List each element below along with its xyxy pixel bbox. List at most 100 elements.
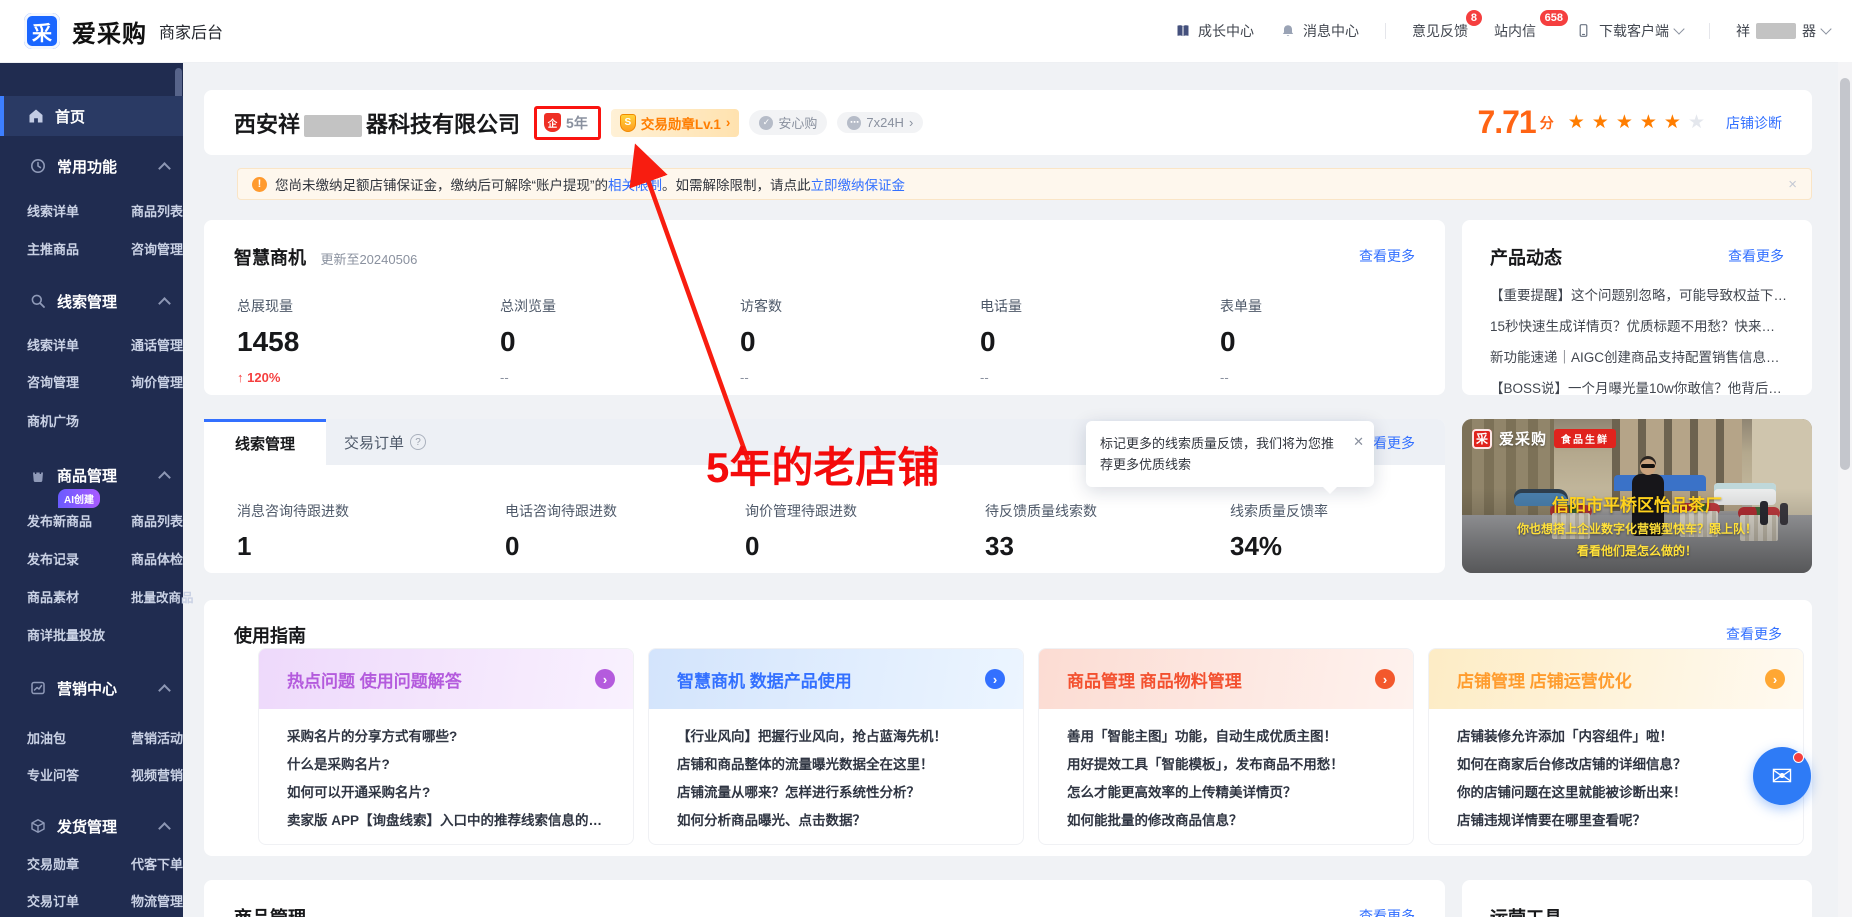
promo-video-thumbnail[interactable]: 采 爱采购 食品生鲜 信阳市平桥区怡品茶厂 你也想搭上企业数字化营销型快车？跟上…: [1462, 419, 1812, 573]
news-item[interactable]: 15秒快速生成详情页？优质标题不用愁？快来看看AI…: [1490, 311, 1788, 342]
nav-feedback[interactable]: 意见反馈 8: [1412, 21, 1468, 41]
sidebar-item[interactable]: 线索详单: [27, 335, 79, 354]
app-logo-icon[interactable]: 采: [24, 13, 60, 49]
sidebar-section-products[interactable]: 商品管理: [0, 459, 183, 491]
sidebar-item-home[interactable]: 首页: [0, 96, 183, 136]
scrollbar-thumb[interactable]: [1840, 78, 1850, 470]
news-item[interactable]: 【BOSS说】一个月曝光量10w你敢信？他背后的帮…: [1490, 373, 1788, 404]
sidebar-item[interactable]: 咨询管理: [131, 239, 183, 258]
sidebar-item[interactable]: 主推商品: [27, 239, 79, 258]
sidebar-item[interactable]: 视频营销: [131, 765, 183, 784]
guide-item[interactable]: 店铺违规详情要在哪里查看呢？: [1457, 807, 1777, 835]
guide-item[interactable]: 店铺流量从哪来？怎样进行系统性分析？: [677, 779, 997, 807]
close-icon[interactable]: ✕: [1353, 431, 1364, 452]
arrow-right-circle-icon[interactable]: ›: [1765, 669, 1785, 689]
sidebar-section-shipping[interactable]: 发货管理: [0, 810, 183, 842]
arrow-right-circle-icon[interactable]: ›: [595, 669, 615, 689]
arrow-right-circle-icon[interactable]: ›: [985, 669, 1005, 689]
customer-service-button[interactable]: ✉: [1753, 747, 1811, 805]
stat-sub: --: [500, 370, 556, 385]
guide-item[interactable]: 店铺装修允许添加「内容组件」啦！: [1457, 723, 1777, 751]
sidebar-item[interactable]: 批量改商品: [131, 587, 194, 606]
sidebar-item[interactable]: 营销活动: [131, 728, 183, 747]
sidebar-item[interactable]: 商品素材: [27, 587, 79, 606]
news-more-link[interactable]: 查看更多: [1728, 246, 1784, 266]
sidebar-item[interactable]: 商详批量投放: [27, 625, 105, 644]
goods-more-link[interactable]: 查看更多: [1359, 906, 1415, 917]
sidebar-item[interactable]: 专业问答: [27, 765, 79, 784]
guide-card-header[interactable]: 智慧商机 数据产品使用 ›: [649, 649, 1023, 709]
chevron-up-icon: [158, 471, 171, 484]
sidebar-item[interactable]: 发布新商品: [27, 511, 92, 530]
service-hours-badge[interactable]: ⋯ 7x24H ›: [837, 112, 923, 133]
stat-value: 0: [740, 326, 782, 358]
close-icon[interactable]: ×: [1788, 176, 1797, 193]
sidebar-item[interactable]: 发布记录: [27, 549, 79, 568]
stat-calls: 电话量 0 --: [980, 296, 1022, 385]
sidebar-section-common[interactable]: 常用功能: [0, 150, 183, 182]
guide-item[interactable]: 怎么才能更高效率的上传精美详情页？: [1067, 779, 1387, 807]
search-icon: [30, 293, 47, 310]
sidebar-item[interactable]: 商品体检: [131, 549, 183, 568]
guide-item[interactable]: 用好提效工具「智能模板」，发布商品不用愁！: [1067, 751, 1387, 779]
guide-item[interactable]: 店铺和商品整体的流量曝光数据全在这里！: [677, 751, 997, 779]
stat-label: 电话量: [980, 296, 1022, 316]
usage-guide-card: 使用指南 查看更多 热点问题 使用问题解答 › 采购名片的分享方式有哪些? 什么…: [204, 600, 1812, 856]
guide-item[interactable]: 你的店铺问题在这里就能被诊断出来！: [1457, 779, 1777, 807]
guide-more-link[interactable]: 查看更多: [1726, 624, 1782, 644]
guide-item[interactable]: 如何能批量的修改商品信息？: [1067, 807, 1387, 835]
guide-item[interactable]: 如何分析商品曝光、点击数据？: [677, 807, 997, 835]
user-menu[interactable]: 祥 器: [1736, 21, 1830, 41]
tab-label: 线索管理: [235, 433, 295, 454]
arrow-glyph: ›: [1773, 673, 1777, 686]
sidebar-section-marketing[interactable]: 营销中心: [0, 672, 183, 704]
guide-card-header[interactable]: 热点问题 使用问题解答 ›: [259, 649, 633, 709]
dots-glyph: ⋯: [850, 117, 859, 128]
guide-item[interactable]: 什么是采购名片?: [287, 751, 607, 779]
news-item[interactable]: 【重要提醒】这个问题别忽略，可能导致权益下线！: [1490, 280, 1788, 311]
sidebar-item[interactable]: 代客下单: [131, 854, 183, 873]
chevron-down-icon: [1820, 23, 1831, 34]
sidebar-item[interactable]: 商品列表: [131, 201, 183, 220]
sidebar-item[interactable]: 商品列表: [131, 511, 183, 530]
guide-card-header[interactable]: 店铺管理 店铺运营优化 ›: [1429, 649, 1803, 709]
sidebar-item[interactable]: 通话管理: [131, 335, 183, 354]
stat-label: 访客数: [740, 296, 782, 316]
smart-more-link[interactable]: 查看更多: [1359, 246, 1415, 266]
stat-impressions: 总展现量 1458 ↑ 120%: [237, 296, 299, 385]
sidebar-item[interactable]: 交易勋章: [27, 854, 79, 873]
sidebar-item[interactable]: 商机广场: [27, 411, 79, 430]
banner-restriction-link[interactable]: 相关限制: [608, 174, 662, 194]
nav-message-center[interactable]: 消息中心: [1280, 21, 1359, 41]
guide-item[interactable]: 如何可以开通采购名片?: [287, 779, 607, 807]
sidebar-item[interactable]: 加油包: [27, 728, 66, 747]
guide-card-header[interactable]: 商品管理 商品物料管理 ›: [1039, 649, 1413, 709]
envelope-icon: ✉: [1771, 761, 1793, 792]
nav-label: 站内信: [1494, 21, 1536, 41]
guide-item[interactable]: 采购名片的分享方式有哪些?: [287, 723, 607, 751]
banner-pay-deposit-link[interactable]: 立即缴纳保证金: [811, 174, 906, 194]
sidebar-item[interactable]: 交易订单: [27, 891, 79, 910]
sidebar-item[interactable]: 咨询管理: [27, 372, 79, 391]
guide-item[interactable]: 善用「智能主图」功能，自动生成优质主图！: [1067, 723, 1387, 751]
news-item[interactable]: 新功能速递｜AIGC创建商品支持配置销售信息、安…: [1490, 342, 1788, 373]
package-icon: [30, 818, 47, 835]
guide-item[interactable]: 如何在商家后台修改店铺的详细信息？: [1457, 751, 1777, 779]
guide-item[interactable]: 【行业风向】把握行业风向，抢占蓝海先机！: [677, 723, 997, 751]
nav-download-client[interactable]: 下载客户端: [1576, 21, 1683, 41]
video-caption-line: 你也想搭上企业数字化营销型快车？跟上队！: [1462, 520, 1812, 537]
nav-site-mail[interactable]: 站内信 658: [1494, 21, 1536, 41]
store-diagnose-link[interactable]: 店铺诊断: [1726, 113, 1782, 133]
guide-list: 善用「智能主图」功能，自动生成优质主图！ 用好提效工具「智能模板」，发布商品不用…: [1039, 709, 1413, 835]
arrow-right-circle-icon[interactable]: ›: [1375, 669, 1395, 689]
sidebar-item[interactable]: 物流管理: [131, 891, 183, 910]
tab-orders[interactable]: 交易订单 ?: [344, 419, 426, 465]
sidebar-section-leads[interactable]: 线索管理: [0, 285, 183, 317]
trade-medal-badge[interactable]: S 交易勋章Lv.1 ›: [611, 109, 740, 137]
sidebar-item[interactable]: 询价管理: [131, 372, 183, 391]
store-name-suffix: 器科技有限公司: [366, 112, 520, 137]
nav-growth-center[interactable]: 成长中心: [1175, 21, 1254, 41]
tab-leads[interactable]: 线索管理: [204, 419, 326, 465]
sidebar-item[interactable]: 线索详单: [27, 201, 79, 220]
guide-item[interactable]: 卖家版 APP【询盘线索】入口中的推荐线索信息的来源…: [287, 807, 607, 835]
